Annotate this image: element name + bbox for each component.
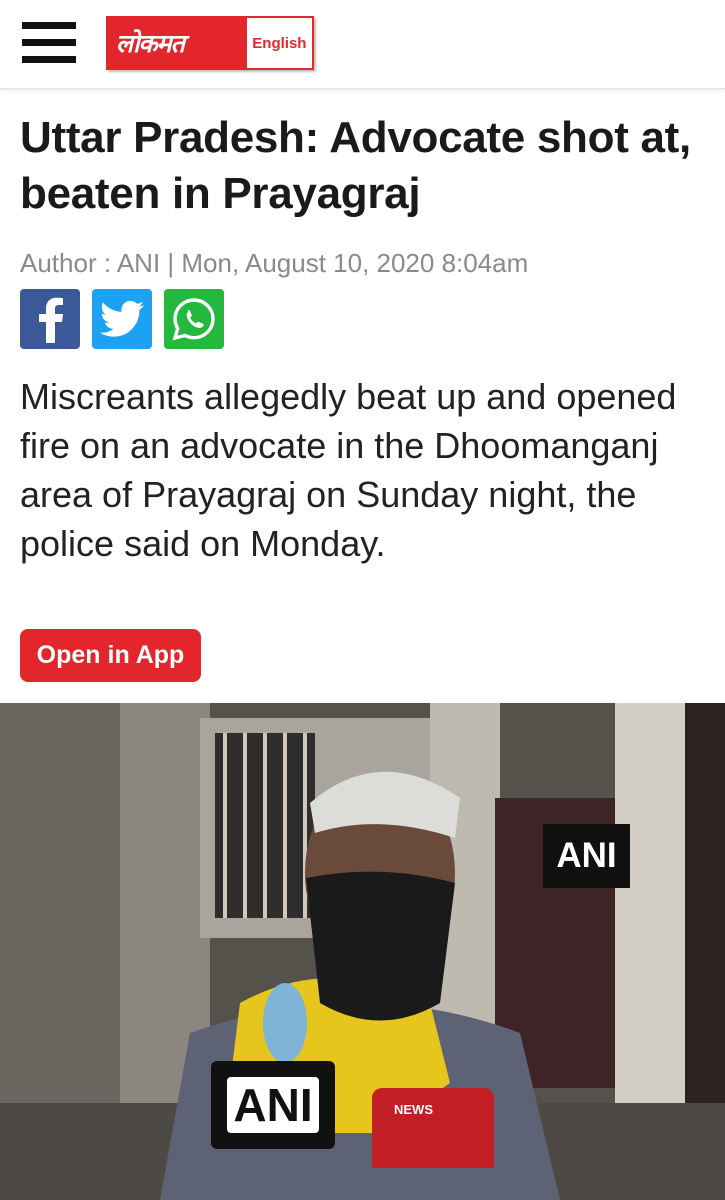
news-microphone-label: NEWS (372, 1088, 494, 1168)
logo-text: लोकमत (116, 29, 185, 58)
photo-scene (0, 703, 725, 1200)
whatsapp-share-button[interactable] (164, 289, 224, 349)
article-photo: ANI ANI NEWS (0, 703, 725, 1200)
ani-microphone-label: ANI (211, 1061, 335, 1149)
open-in-app-button[interactable]: Open in App (20, 629, 201, 682)
article-meta: Author : ANI | Mon, August 10, 2020 8:04… (20, 248, 529, 278)
top-bar: लोकमत English (0, 0, 725, 89)
hamburger-menu-icon[interactable] (22, 22, 76, 64)
facebook-share-button[interactable] (20, 289, 80, 349)
site-logo[interactable]: लोकमत English (106, 16, 314, 70)
article-headline: Uttar Pradesh: Advocate shot at, beaten … (20, 113, 691, 218)
mic-ani-text: ANI (227, 1077, 319, 1133)
logo-edition: English (244, 16, 314, 70)
facebook-icon (39, 297, 63, 343)
share-buttons (20, 289, 224, 349)
whatsapp-icon (172, 298, 215, 341)
ani-watermark: ANI (543, 824, 630, 888)
twitter-share-button[interactable] (92, 289, 152, 349)
twitter-icon (100, 300, 144, 337)
article-summary: Miscreants allegedly beat up and opened … (20, 376, 677, 564)
